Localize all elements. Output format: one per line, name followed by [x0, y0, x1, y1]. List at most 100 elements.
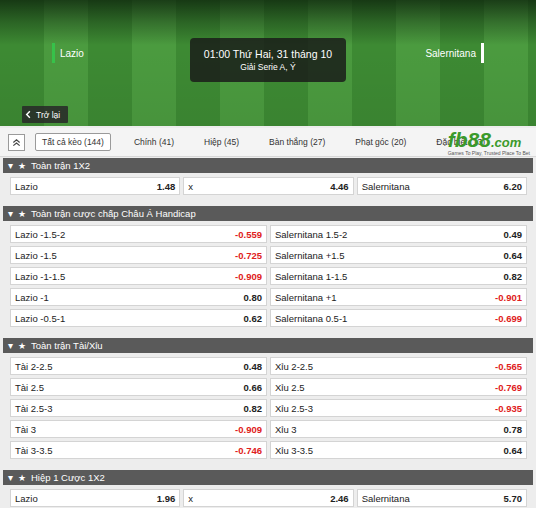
- match-time: 01:00 Thứ Hai, 31 tháng 10: [204, 47, 332, 61]
- odds-value: -0.935: [495, 403, 522, 414]
- selection-label: Lazio -0.5-1: [15, 313, 65, 324]
- odds-value: 0.66: [244, 382, 263, 393]
- double-chevron-up-icon: [12, 138, 21, 147]
- star-icon[interactable]: ★: [18, 209, 26, 219]
- selection-label: x: [188, 181, 193, 192]
- odds-cell[interactable]: Lazio -10.80: [10, 288, 267, 306]
- selection-label: Xỉu 3-3.5: [275, 445, 313, 456]
- toggle-icon[interactable]: ▾: [8, 208, 13, 219]
- selection-label: Lazio -1-1.5: [15, 271, 65, 282]
- odds-cell[interactable]: Lazio -0.5-1 0.62: [10, 309, 267, 327]
- odds-cell[interactable]: Lazio -1.5-2-0.559: [10, 225, 267, 243]
- odds-cell[interactable]: Tài 3-3.5-0.746: [10, 441, 267, 459]
- odds-value: 2.46: [330, 493, 349, 504]
- selection-label: Lazio -1.5-2: [15, 229, 65, 240]
- tab[interactable]: Hiệp (45): [197, 133, 246, 151]
- odds-value: -0.909: [235, 271, 262, 282]
- odds-cell[interactable]: Lazio -1.5-0.725: [10, 246, 267, 264]
- star-icon[interactable]: ★: [18, 473, 26, 483]
- selection-label: Xỉu 2.5-3: [275, 403, 313, 414]
- odds-cell[interactable]: Xỉu 2-2.5-0.565: [270, 357, 527, 375]
- selection-label: Tài 2-2.5: [15, 361, 53, 372]
- market-header[interactable]: ▾ ★ Hiệp 1 Cược 1X2: [3, 470, 533, 485]
- odds-cell[interactable]: Lazio -1-1.5 -0.909: [10, 267, 267, 285]
- toggle-icon[interactable]: ▾: [8, 160, 13, 171]
- odds-value: 5.70: [503, 493, 522, 504]
- logo-name: fb88: [448, 128, 491, 151]
- selection-label: Salernitana 0.5-1: [275, 313, 347, 324]
- odds-cell[interactable]: Lazio1.96: [10, 489, 180, 507]
- selection-label: Tài 2.5: [15, 382, 44, 393]
- odds-cell[interactable]: Salernitana +1.50.64: [270, 246, 527, 264]
- back-row: Trở lại: [0, 106, 536, 126]
- selection-label: Xỉu 3: [275, 424, 297, 435]
- odds-cell[interactable]: Tài 2-2.5 0.48: [10, 357, 267, 375]
- selection-label: Xỉu 2-2.5: [275, 361, 313, 372]
- odds-cell[interactable]: Xỉu 3-3.50.64: [270, 441, 527, 459]
- tab[interactable]: Chính (41): [127, 133, 181, 151]
- odds-value: 0.64: [504, 250, 523, 261]
- tab[interactable]: Bàn thắng (27): [262, 133, 332, 151]
- selection-label: Salernitana: [362, 493, 410, 504]
- selection-label: Lazio -1: [15, 292, 49, 303]
- match-info: Lazio01:00 Thứ Hai, 31 tháng 10Giải Seri…: [0, 0, 536, 106]
- odds-value: -0.769: [495, 382, 522, 393]
- selection-label: Lazio: [15, 181, 38, 192]
- market-header[interactable]: ▾ ★ Toàn trận cược chấp Châu Á Handicap: [3, 206, 533, 221]
- odds-cell[interactable]: Xỉu 30.78: [270, 420, 527, 438]
- odds-value: 0.62: [244, 313, 263, 324]
- back-label: Trở lại: [36, 110, 60, 120]
- odds-row: Lazio1.96x2.46 Salernitana 5.70: [10, 489, 527, 507]
- odds-cell[interactable]: Salernitana +1-0.901: [270, 288, 527, 306]
- odds-value: 0.82: [504, 271, 523, 282]
- odds-row: Tài 3-3.5-0.746Xỉu 3-3.50.64: [10, 441, 527, 459]
- odds-cell[interactable]: Salernitana 0.5-1 -0.699: [270, 309, 527, 327]
- selection-label: Salernitana 1.5-2: [275, 229, 347, 240]
- selection-label: Lazio: [15, 493, 38, 504]
- odds-cell[interactable]: Tài 2.5-30.82: [10, 399, 267, 417]
- market-section: ▾★Hiệp 1 Cược 1X2Lazio1.96x2.46Salernita…: [0, 470, 536, 508]
- odds-cell[interactable]: Xỉu 2.5-3 -0.935: [270, 399, 527, 417]
- odds-value: 1.48: [157, 181, 176, 192]
- market-header[interactable]: ▾★Toàn trận 1X2: [3, 158, 533, 173]
- star-icon[interactable]: ★: [18, 161, 26, 171]
- home-team-bar: [52, 43, 55, 63]
- odds-cell[interactable]: x2.46: [183, 489, 353, 507]
- logo-wordmark: fb88.com: [448, 129, 522, 150]
- odds-cell[interactable]: Tài 2.5 0.66: [10, 378, 267, 396]
- tab[interactable]: Phạt góc (20): [348, 133, 413, 151]
- odds-cell[interactable]: Salernitana 1.5-20.49: [270, 225, 527, 243]
- selection-label: Salernitana: [362, 181, 410, 192]
- odds-cell[interactable]: Salernitana6.20: [357, 177, 527, 195]
- away-team-bar: [481, 43, 484, 63]
- fb88-logo: fb88.comGames To Play, Trusted Place To …: [448, 129, 532, 156]
- market-rows: Lazio -1.5-2-0.559Salernitana 1.5-20.49L…: [0, 221, 536, 337]
- odds-value: -0.699: [495, 313, 522, 324]
- odds-cell[interactable]: Salernitana 5.70: [357, 489, 527, 507]
- odds-cell[interactable]: Salernitana 1-1.5 0.82: [270, 267, 527, 285]
- market-title: Toàn trận cược chấp Châu Á Handicap: [31, 208, 196, 219]
- odds-cell[interactable]: Tài 3-0.909: [10, 420, 267, 438]
- away-team-name: Salernitana: [425, 48, 476, 59]
- selection-label: Xỉu 2.5: [275, 382, 305, 393]
- odds-cell[interactable]: Xỉu 2.5 -0.769: [270, 378, 527, 396]
- toggle-icon[interactable]: ▾: [8, 340, 13, 351]
- odds-cell[interactable]: Lazio 1.48: [10, 177, 180, 195]
- tab[interactable]: Tất cả kèo (144): [35, 133, 111, 151]
- back-button[interactable]: Trở lại: [22, 106, 68, 123]
- odds-row: Lazio -1-1.5 -0.909 Salernitana 1-1.5 0.82: [10, 267, 527, 285]
- star-icon[interactable]: ★: [18, 341, 26, 351]
- odds-row: Lazio -10.80Salernitana +1-0.901: [10, 288, 527, 306]
- odds-cell[interactable]: x4.46: [183, 177, 353, 195]
- logo-tagline: Games To Play, Trusted Place To Bet: [448, 151, 530, 156]
- odds-row: Lazio -1.5-0.725Salernitana +1.50.64: [10, 246, 527, 264]
- odds-value: 0.48: [244, 361, 263, 372]
- selection-label: Tài 2.5-3: [15, 403, 53, 414]
- selection-label: Salernitana 1-1.5: [275, 271, 347, 282]
- odds-value: -0.725: [235, 250, 262, 261]
- market-title: Hiệp 1 Cược 1X2: [31, 472, 105, 483]
- collapse-all-button[interactable]: [8, 134, 25, 151]
- toggle-icon[interactable]: ▾: [8, 472, 13, 483]
- away-team: Salernitana: [394, 43, 484, 63]
- market-header[interactable]: ▾★Toàn trận Tài/Xỉu: [3, 338, 533, 353]
